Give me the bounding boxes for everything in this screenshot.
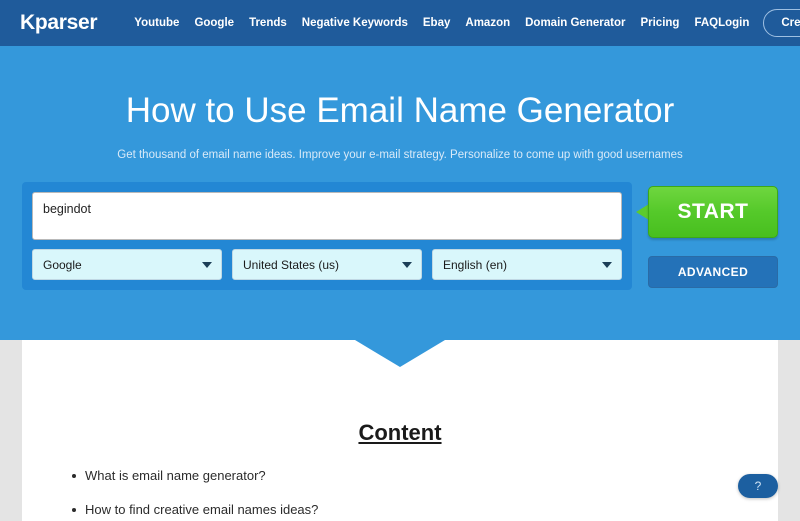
hero-down-arrow-icon	[355, 340, 445, 367]
nav-item-pricing[interactable]: Pricing	[640, 17, 679, 29]
engine-select[interactable]: Google	[32, 249, 222, 280]
nav-item-domain-generator[interactable]: Domain Generator	[525, 17, 625, 29]
nav-item-amazon[interactable]: Amazon	[465, 17, 510, 29]
nav-auth-group: Login Create account	[718, 9, 800, 37]
advanced-button[interactable]: ADVANCED	[648, 256, 778, 288]
content-heading: Content	[358, 420, 442, 445]
start-button[interactable]: START	[648, 186, 778, 238]
search-form-panel: Google United States (us) English (en)	[22, 182, 632, 290]
chevron-down-icon	[202, 261, 212, 268]
primary-nav: Youtube Google Trends Negative Keywords …	[134, 17, 718, 29]
country-select[interactable]: United States (us)	[232, 249, 422, 280]
country-select-value: United States (us)	[243, 257, 340, 272]
nav-item-negative-keywords[interactable]: Negative Keywords	[302, 17, 408, 29]
top-navbar: Kparser Youtube Google Trends Negative K…	[0, 0, 800, 46]
nav-item-faq[interactable]: FAQ	[694, 17, 718, 29]
page-subtitle: Get thousand of email name ideas. Improv…	[117, 149, 683, 161]
keyword-input[interactable]	[32, 192, 622, 240]
page-title: How to Use Email Name Generator	[125, 91, 675, 130]
list-item[interactable]: What is email name generator?	[72, 468, 778, 483]
chevron-down-icon	[402, 261, 412, 268]
filters-row: Google United States (us) English (en)	[32, 249, 622, 280]
login-link[interactable]: Login	[718, 17, 749, 29]
nav-item-youtube[interactable]: Youtube	[134, 17, 179, 29]
language-select-value: English (en)	[443, 257, 508, 272]
page-root: Kparser Youtube Google Trends Negative K…	[0, 0, 800, 521]
list-item[interactable]: How to find creative email names ideas?	[72, 502, 778, 517]
help-button[interactable]: ?	[738, 474, 778, 498]
site-logo[interactable]: Kparser	[20, 11, 98, 35]
nav-item-trends[interactable]: Trends	[249, 17, 287, 29]
chevron-down-icon	[602, 261, 612, 268]
content-area: Content What is email name generator? Ho…	[22, 340, 778, 521]
nav-item-ebay[interactable]: Ebay	[423, 17, 451, 29]
engine-select-value: Google	[43, 257, 82, 272]
nav-item-google[interactable]: Google	[194, 17, 234, 29]
language-select[interactable]: English (en)	[432, 249, 622, 280]
content-toc-list: What is email name generator? How to fin…	[72, 468, 778, 517]
create-account-button[interactable]: Create account	[763, 9, 800, 37]
